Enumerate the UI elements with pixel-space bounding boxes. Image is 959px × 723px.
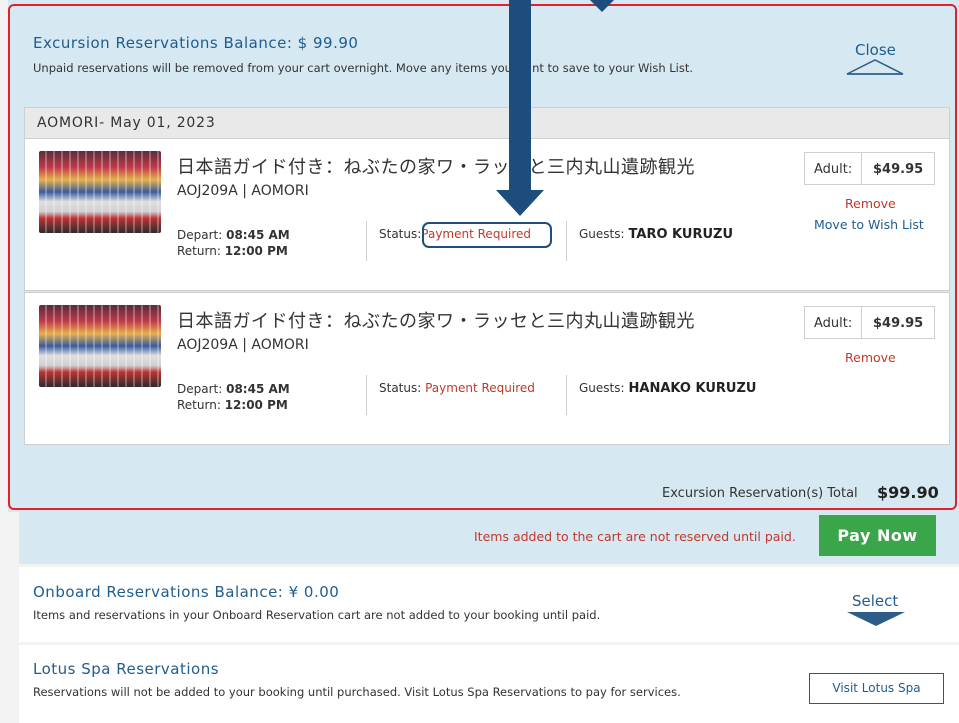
- onboard-balance-title: Onboard Reservations Balance: ¥ 0.00: [33, 583, 340, 601]
- tour-title[interactable]: 日本語ガイド付き：ねぶたの家ワ・ラッセと三内丸山遺跡観光: [177, 307, 695, 333]
- expand-icon[interactable]: [847, 612, 905, 626]
- tour-title[interactable]: 日本語ガイド付き：ねぶたの家ワ・ラッセと三内丸山遺跡観光: [177, 153, 695, 179]
- remove-link[interactable]: Remove: [845, 350, 896, 365]
- payment-note: Items added to the cart are not reserved…: [474, 529, 796, 544]
- visit-lotus-spa-button[interactable]: Visit Lotus Spa: [809, 673, 944, 704]
- divider: [366, 221, 367, 261]
- depart-time: Depart: 08:45 AM: [177, 382, 290, 396]
- price-value: $49.95: [873, 316, 924, 331]
- divider: [566, 375, 567, 415]
- thumbnail-overlay: [39, 305, 161, 387]
- onboard-balance-subtitle: Items and reservations in your Onboard R…: [33, 608, 601, 622]
- price-box: Adult: $49.95: [804, 306, 935, 339]
- price-box: Adult: $49.95: [804, 152, 935, 185]
- reservation-card: 日本語ガイド付き：ねぶたの家ワ・ラッセと三内丸山遺跡観光 AOJ209A | A…: [24, 138, 950, 291]
- guest-name: HANAKO KURUZU: [628, 381, 757, 396]
- thumbnail-overlay: [39, 151, 161, 233]
- status-field: Status: Payment Required: [379, 381, 535, 395]
- guests-field: Guests: TARO KURUZU: [579, 227, 734, 242]
- close-link[interactable]: Close: [855, 41, 896, 59]
- depart-time: Depart: 08:45 AM: [177, 228, 290, 242]
- pointer-arrow-head: [496, 190, 544, 216]
- remove-link[interactable]: Remove: [845, 196, 896, 211]
- tour-code: AOJ209A | AOMORI: [177, 337, 309, 353]
- move-to-wish-list-link[interactable]: Move to Wish List: [814, 217, 924, 232]
- tour-code: AOJ209A | AOMORI: [177, 183, 309, 199]
- excursion-total-value: $99.90: [877, 483, 939, 502]
- excursion-balance-subtitle: Unpaid reservations will be removed from…: [33, 61, 694, 75]
- reservation-card: 日本語ガイド付き：ねぶたの家ワ・ラッセと三内丸山遺跡観光 AOJ209A | A…: [24, 292, 950, 445]
- price-value: $49.95: [873, 162, 924, 177]
- divider: [366, 375, 367, 415]
- pointer-arrow: [509, 0, 531, 192]
- pay-now-button[interactable]: Pay Now: [819, 515, 936, 556]
- port-date-header: AOMORI- May 01, 2023: [24, 107, 950, 139]
- onboard-panel: [19, 567, 959, 642]
- excursion-total-label: Excursion Reservation(s) Total: [662, 486, 858, 501]
- divider: [566, 221, 567, 261]
- price-label: Adult:: [805, 153, 862, 184]
- price-label: Adult:: [805, 307, 862, 338]
- select-link[interactable]: Select: [852, 592, 898, 610]
- return-time: Return: 12:00 PM: [177, 244, 288, 258]
- excursion-balance-title: Excursion Reservations Balance: $ 99.90: [33, 34, 359, 52]
- spa-subtitle: Reservations will not be added to your b…: [33, 685, 681, 699]
- guests-field: Guests: HANAKO KURUZU: [579, 381, 757, 396]
- spa-title: Lotus Spa Reservations: [33, 660, 220, 678]
- chevron-down-icon: [590, 0, 614, 12]
- status-value: Payment Required: [425, 381, 535, 395]
- guest-name: TARO KURUZU: [628, 227, 734, 242]
- collapse-icon[interactable]: [845, 58, 907, 76]
- status-highlight-outline: [422, 222, 552, 248]
- return-time: Return: 12:00 PM: [177, 398, 288, 412]
